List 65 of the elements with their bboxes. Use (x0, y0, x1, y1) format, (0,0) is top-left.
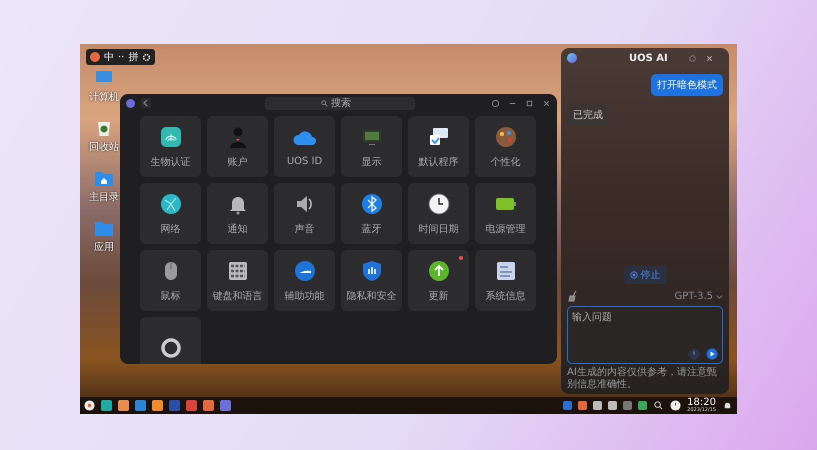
app-icon[interactable] (152, 400, 163, 411)
settings-module-tile[interactable]: 电源管理 (475, 183, 536, 244)
input-method-option[interactable]: ·· (118, 52, 124, 62)
input-method-option[interactable]: 拼 (128, 50, 138, 64)
app-icon[interactable] (203, 400, 214, 411)
settings-module-tile[interactable]: 默认程序 (408, 116, 469, 177)
microphone-icon[interactable] (688, 348, 700, 360)
settings-module-tile[interactable]: 网络 (140, 183, 201, 244)
settings-module-tile[interactable]: 账户 (207, 116, 268, 177)
clock-icon (426, 192, 450, 216)
settings-module-tile[interactable]: 时间日期 (408, 183, 469, 244)
maximize-icon[interactable] (525, 98, 534, 108)
settings-module-tile[interactable]: 隐私和安全 (341, 250, 402, 311)
desktop-icon-label: 回收站 (89, 140, 119, 154)
input-method-logo-icon (90, 52, 100, 62)
stop-icon (630, 271, 638, 279)
window-title: UOS AI (629, 52, 668, 64)
notification-icon[interactable] (722, 400, 733, 411)
input-method-option[interactable]: 中 (104, 50, 114, 64)
settings-module-tile[interactable]: 生物认证 (140, 116, 201, 177)
desktop-icon-label: 主目录 (89, 190, 119, 204)
menu-icon[interactable] (491, 98, 500, 108)
settings-module-tile[interactable]: 显示 (341, 116, 402, 177)
app-icon[interactable] (135, 400, 146, 411)
settings-module-tile[interactable]: 通知 (207, 183, 268, 244)
broom-icon[interactable] (567, 290, 579, 302)
assistant-message: 已完成 (567, 104, 609, 126)
launcher-icon[interactable] (84, 400, 95, 411)
app-icon[interactable] (186, 400, 197, 411)
model-selector[interactable]: GPT-3.5 (674, 290, 723, 302)
settings-module-tile[interactable]: 声音 (274, 183, 335, 244)
send-icon[interactable] (706, 348, 718, 360)
settings-module-tile[interactable]: UOS ID (274, 116, 335, 177)
settings-module-tile[interactable]: 辅助功能 (274, 250, 335, 311)
app-icon[interactable] (220, 400, 231, 411)
bluetooth-icon (360, 192, 384, 216)
app-logo-icon (126, 98, 135, 108)
assistant-logo-icon (567, 53, 577, 63)
disclaimer-text: AI生成的内容仅供参考，请注意甄别信息准确性。 (567, 367, 718, 390)
settings-module-tile[interactable]: 鼠标 (140, 250, 201, 311)
settings-module-tile[interactable]: 键盘和语言 (207, 250, 268, 311)
desktop-icon-label: 应用 (94, 240, 114, 254)
app-icon[interactable] (101, 400, 112, 411)
clock-time[interactable]: 18:20 (687, 398, 716, 408)
settings-module-tile[interactable] (140, 317, 201, 364)
close-icon[interactable] (542, 98, 551, 108)
desktop-icon-label: 计算机 (89, 90, 119, 104)
back-icon[interactable] (141, 98, 151, 108)
stop-button[interactable]: 停止 (624, 266, 666, 284)
search-field[interactable]: 搜索 (265, 96, 415, 110)
settings-module-tile[interactable]: 系统信息 (475, 250, 536, 311)
search-icon (321, 100, 328, 106)
settings-module-tile[interactable]: 蓝牙 (341, 183, 402, 244)
caret-icon (716, 292, 723, 300)
ring-icon (158, 336, 182, 360)
power-icon[interactable] (670, 400, 682, 411)
app-icon[interactable] (118, 400, 129, 411)
question-input-field[interactable]: 输入问题 (567, 306, 723, 364)
close-icon[interactable] (704, 54, 714, 62)
globe-icon (158, 192, 182, 216)
user-message: 打开暗色模式 (651, 74, 723, 96)
settings-module-tile[interactable]: 更新 (408, 250, 469, 311)
palette-icon (494, 124, 518, 148)
search-icon[interactable] (653, 400, 664, 411)
settings-module-tile[interactable]: 个性化 (475, 116, 536, 177)
